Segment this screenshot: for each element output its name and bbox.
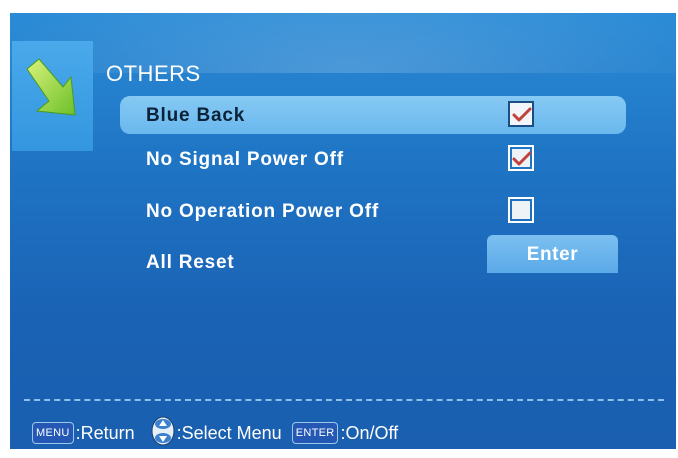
menu-item-label: All Reset	[146, 252, 235, 273]
menu-item-label: No Signal Power Off	[146, 149, 344, 170]
menu-hint: :Return	[75, 422, 135, 443]
menu-item-no-operation-power-off[interactable]: No Operation Power Off	[120, 192, 626, 230]
no-signal-power-off-checkbox[interactable]	[508, 145, 534, 171]
check-icon	[512, 107, 532, 122]
menu-key[interactable]: MENU	[32, 422, 74, 444]
nav-hint: :Select Menu	[176, 422, 282, 443]
menu-category-tile	[12, 41, 93, 151]
menu-item-label: Blue Back	[146, 105, 246, 126]
up-down-arrows-icon	[151, 416, 175, 450]
no-operation-power-off-checkbox[interactable]	[508, 197, 534, 223]
checkbox-fill	[512, 201, 530, 219]
check-icon	[512, 151, 532, 166]
menu-title: OTHERS	[106, 61, 201, 86]
enter-key[interactable]: ENTER	[291, 422, 339, 444]
all-reset-enter-button[interactable]: Enter	[487, 235, 618, 273]
menu-item-no-signal-power-off[interactable]: No Signal Power Off	[120, 140, 626, 178]
footer-hints: MENU :Return :Select Menu ENTER :On/Off	[32, 416, 408, 450]
menu-item-all-reset[interactable]: All Reset Enter	[120, 235, 626, 273]
menu-item-label: No Operation Power Off	[146, 201, 379, 222]
footer-divider	[24, 399, 664, 401]
blue-back-checkbox[interactable]	[508, 101, 534, 127]
enter-hint: :On/Off	[340, 422, 399, 443]
osd-menu-panel: OTHERS Blue Back No Signal Power Off No …	[10, 13, 676, 449]
menu-item-blue-back[interactable]: Blue Back	[120, 96, 626, 134]
